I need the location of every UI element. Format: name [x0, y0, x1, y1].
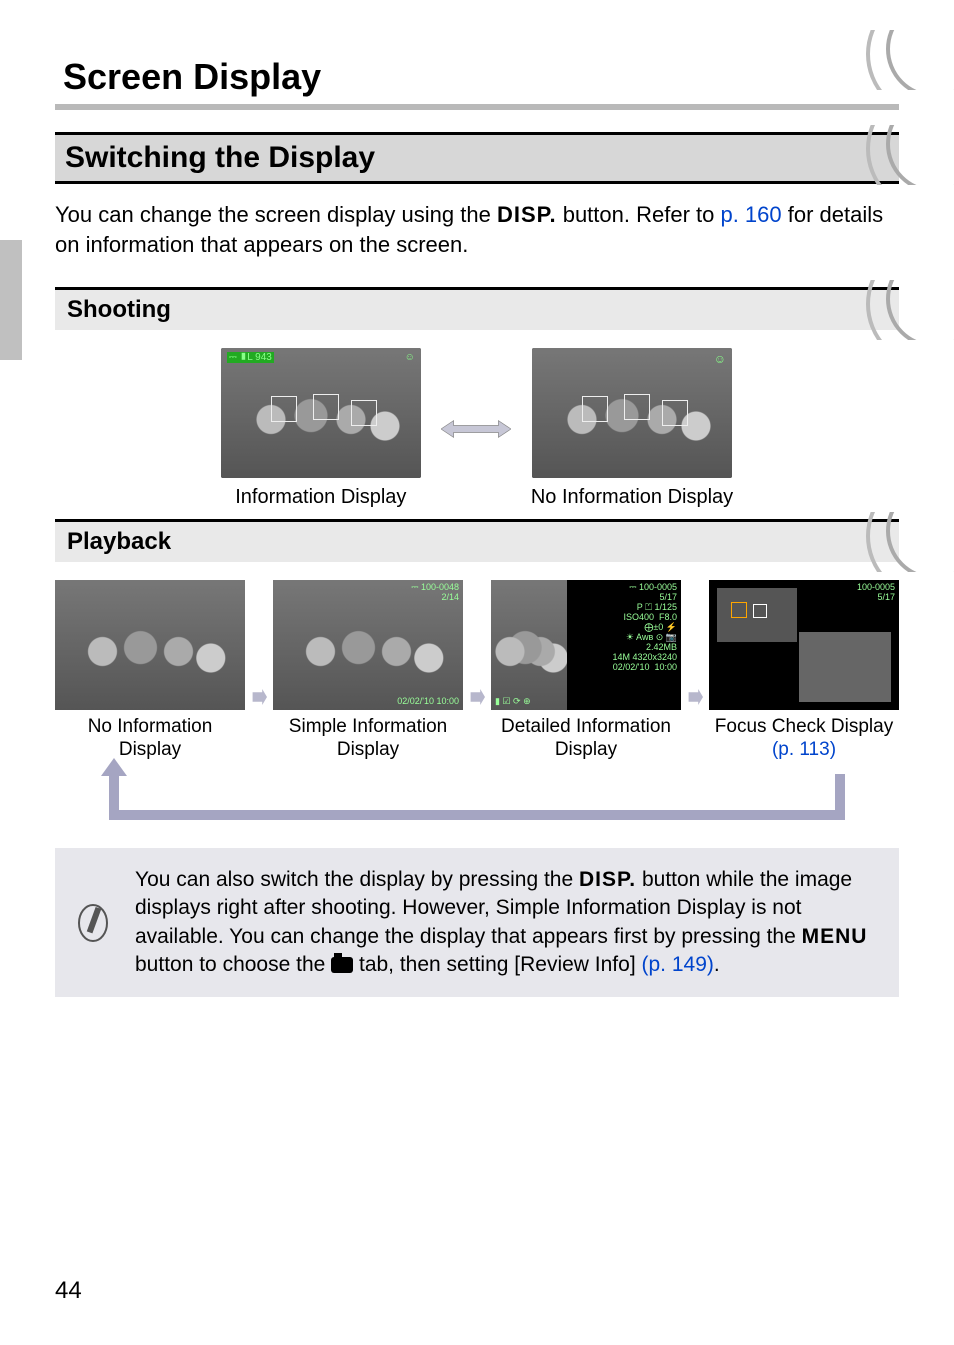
lcd-preview: ☺ [532, 348, 732, 478]
decor-swirl-icon [864, 30, 954, 90]
hud-text: ⎓ 100-0005 5/17 P ⏍ 1/125 ISO400 F8.0 ⨁±… [612, 583, 677, 672]
af-frame-icon [662, 400, 688, 426]
photo-placeholder [491, 580, 567, 710]
lcd-preview: ⎓ 100-0048 2/14 02/02/'10 10:00 [273, 580, 463, 710]
focus-frame-icon [731, 602, 747, 618]
label: Playback [67, 528, 171, 555]
caption: No Information Display [531, 486, 733, 509]
shooting-no-info-display: ☺ No Information Display [531, 348, 733, 509]
page-number: 44 [55, 1277, 82, 1305]
h2-block: Switching the Display [55, 132, 899, 184]
decor-swirl-icon [864, 125, 954, 185]
face-icon: ☺ [405, 352, 415, 363]
af-frame-icon [582, 396, 608, 422]
caption: Simple Information Display [289, 716, 447, 762]
text: button to choose the [135, 953, 331, 976]
photo-placeholder [55, 580, 245, 710]
text: tab, then setting [Review Info] [353, 953, 641, 976]
disp-glyph: DISP. [579, 868, 636, 891]
text: . [714, 953, 720, 976]
af-frame-icon [271, 396, 297, 422]
page-title: Screen Display [55, 50, 899, 104]
lcd-preview: ⎓ ▮L 943 ☺ [221, 348, 421, 478]
focus-frame-icon [753, 604, 767, 618]
playback-detailed-info: ⎓ 100-0005 5/17 P ⏍ 1/125 ISO400 F8.0 ⨁±… [491, 580, 681, 762]
note-pencil-icon [73, 903, 113, 943]
caption: Focus Check Display (p. 113) [715, 716, 893, 762]
page-link[interactable]: (p. 149) [642, 953, 714, 976]
arrow-right-icon [469, 686, 485, 708]
double-arrow-icon [441, 417, 511, 441]
h1-block: Screen Display [55, 50, 899, 110]
arrow-right-icon [687, 686, 703, 708]
page-link[interactable]: p. 160 [720, 202, 781, 227]
lcd-preview [55, 580, 245, 710]
shooting-info-display: ⎓ ▮L 943 ☺ Information Display [221, 348, 421, 509]
caption: Detailed Information Display [501, 716, 671, 762]
arrow-right-icon [251, 686, 267, 708]
playback-heading: Playback [55, 519, 899, 562]
text: You can change the screen display using … [55, 202, 497, 227]
hud-text: ⎓ ▮L 943 [227, 352, 274, 363]
shooting-heading: Shooting [55, 287, 899, 330]
hud-overlay: ⎓ ▮L 943 ☺ [227, 352, 415, 363]
disp-glyph: DISP. [497, 202, 557, 227]
camera-tab-icon [331, 957, 353, 973]
focus-zoom [799, 632, 891, 702]
lcd-preview: 100-0005 5/17 [709, 580, 899, 710]
hud-text: ⎓ 100-0048 2/14 [411, 583, 459, 603]
menu-glyph: MENU [802, 925, 868, 948]
shooting-row: ⎓ ▮L 943 ☺ Information Display ☺ No Info… [55, 348, 899, 509]
face-icon: ☺ [714, 352, 726, 366]
af-frame-icon [351, 400, 377, 426]
page-link[interactable]: (p. 113) [772, 739, 836, 760]
text: You can also switch the display by press… [135, 868, 579, 891]
note-box: You can also switch the display by press… [55, 848, 899, 997]
hud-text: 100-0005 5/17 [857, 583, 895, 603]
decor-swirl-icon [864, 512, 954, 572]
playback-row: No Information Display ⎓ 100-0048 2/14 0… [55, 580, 899, 762]
af-frame-icon [313, 394, 339, 420]
text: button. Refer to [563, 202, 721, 227]
decor-swirl-icon [864, 280, 954, 340]
hud-text: ▮ ☑ ⟳ ⊕ [495, 697, 531, 707]
loopback-arrow-icon [109, 774, 845, 820]
label: Shooting [67, 296, 171, 323]
playback-no-info: No Information Display [55, 580, 245, 762]
side-tab [0, 240, 22, 360]
playback-focus-check: 100-0005 5/17 Focus Check Display (p. 11… [709, 580, 899, 762]
lcd-preview: ⎓ 100-0005 5/17 P ⏍ 1/125 ISO400 F8.0 ⨁±… [491, 580, 681, 710]
intro-text: You can change the screen display using … [55, 200, 899, 259]
af-frame-icon [624, 394, 650, 420]
playback-simple-info: ⎓ 100-0048 2/14 02/02/'10 10:00 Simple I… [273, 580, 463, 762]
hud-text: 02/02/'10 10:00 [397, 697, 459, 707]
focus-thumb [717, 588, 797, 642]
caption: Information Display [235, 486, 406, 509]
caption: No Information Display [88, 716, 213, 762]
page: Screen Display Switching the Display You… [0, 0, 954, 1345]
section-title: Switching the Display [65, 141, 889, 175]
